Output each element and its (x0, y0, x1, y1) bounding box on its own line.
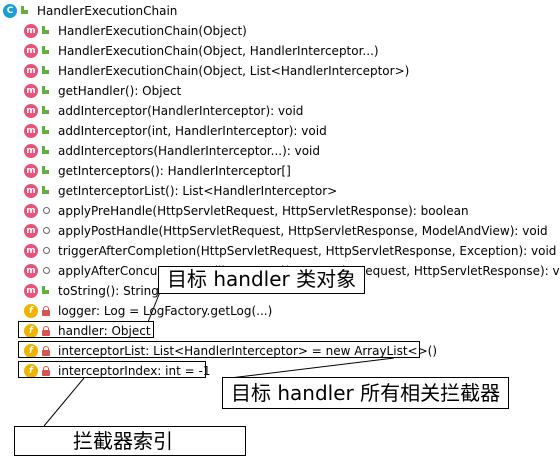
callout-interceptor-index: 拦截器索引 (14, 426, 246, 456)
connector-interceptor-list (229, 357, 395, 379)
callout-interceptor-list: 目标 handler 所有相关拦截器 (222, 377, 510, 409)
callout-handler: 目标 handler 类对象 (158, 266, 366, 294)
connector-interceptor-index (43, 377, 85, 427)
connector-handler (147, 291, 161, 323)
